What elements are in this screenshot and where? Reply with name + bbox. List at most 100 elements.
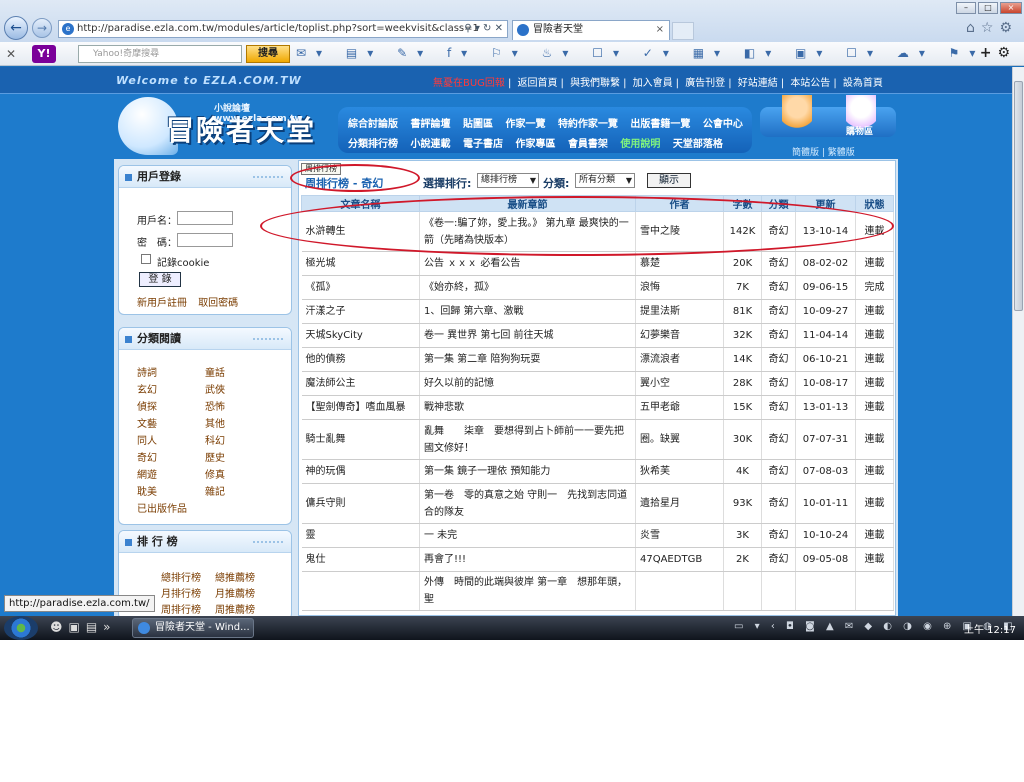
- cell-author[interactable]: 慕楚: [635, 251, 724, 276]
- cell-title[interactable]: 騎士亂舞: [301, 419, 420, 460]
- cell-title[interactable]: 魔法師公主: [301, 371, 420, 396]
- top-menu-notice[interactable]: 本站公告: [790, 78, 830, 89]
- cell-author[interactable]: 47QAEDTGB: [635, 547, 724, 572]
- cell-latest-chapter[interactable]: 亂舞 柒章 要想得到占卜師前一一要先把國文修好！: [419, 419, 636, 460]
- cell-latest-chapter[interactable]: 一 未完: [419, 523, 636, 548]
- close-window-button[interactable]: ×: [1000, 2, 1022, 14]
- quick-launch-icons[interactable]: ☻▣▤»: [50, 620, 117, 634]
- category-link[interactable]: 雜記: [205, 483, 273, 500]
- new-tab-button[interactable]: [672, 22, 694, 40]
- yahoo-logo-icon[interactable]: Y!: [32, 45, 56, 63]
- top-menu-links[interactable]: 好站連結: [738, 78, 778, 89]
- cell-author[interactable]: 浪悔: [635, 275, 724, 300]
- category-link[interactable]: 文藝: [137, 415, 205, 432]
- toolbar-close-icon[interactable]: ✕: [6, 47, 16, 61]
- remember-cookie-checkbox[interactable]: [141, 254, 151, 264]
- yahoo-search-input[interactable]: Yahoo!奇摩搜尋: [78, 45, 242, 63]
- rank-link[interactable]: 周排行榜: [161, 601, 215, 617]
- cell-author[interactable]: 雪中之陵: [635, 211, 724, 252]
- top-menu-set-home[interactable]: 設為首頁: [843, 78, 883, 89]
- category-link[interactable]: 恐怖: [205, 398, 273, 415]
- nav-author-zone[interactable]: 作家專區: [515, 139, 555, 150]
- cell-author[interactable]: 幻夢樂音: [635, 323, 724, 348]
- cell-latest-chapter[interactable]: 外傳 時間的此端與彼岸 第一章 想那年頭，聖: [419, 571, 636, 611]
- register-link[interactable]: 新用戶註冊: [137, 298, 187, 309]
- taskbar-ie-window[interactable]: 冒險者天堂 - Wind...: [132, 618, 254, 638]
- home-favorites-tools-icons[interactable]: ⌂☆⚙: [966, 20, 1018, 36]
- top-menu-join[interactable]: 加入會員: [633, 78, 673, 89]
- cell-latest-chapter[interactable]: 1、回歸 第六章、激戰: [419, 299, 636, 324]
- cell-latest-chapter[interactable]: 公告 ｘｘｘ 必看公告: [419, 251, 636, 276]
- cell-latest-chapter[interactable]: 《始亦終，孤》: [419, 275, 636, 300]
- category-link[interactable]: 科幻: [205, 432, 273, 449]
- cell-author[interactable]: 狄希芙: [635, 459, 724, 484]
- cell-title[interactable]: 鬼仕: [301, 547, 420, 572]
- cell-title[interactable]: 【聖劍傳奇】嗜血風暴: [301, 395, 420, 420]
- language-switch[interactable]: 簡體版 | 繁體版: [792, 145, 855, 158]
- cell-latest-chapter[interactable]: 第一集 鏡子一理依 預知能力: [419, 459, 636, 484]
- back-button[interactable]: ←: [4, 16, 28, 40]
- cell-title[interactable]: 《孤》: [301, 275, 420, 300]
- site-logo[interactable]: 冒險者天堂 小說論壇 www.ezla.com.tw: [118, 97, 328, 157]
- nav-published[interactable]: 出版書籍一覽: [630, 119, 690, 130]
- forward-button[interactable]: →: [32, 18, 52, 38]
- cell-title[interactable]: 傭兵守則: [301, 483, 420, 524]
- minimize-button[interactable]: –: [956, 2, 976, 14]
- cell-title[interactable]: 汗漾之子: [301, 299, 420, 324]
- category-link[interactable]: 歷史: [205, 449, 273, 466]
- category-link[interactable]: 奇幻: [137, 449, 205, 466]
- username-input[interactable]: [177, 211, 233, 225]
- tab-close-icon[interactable]: ×: [656, 21, 664, 39]
- cell-latest-chapter[interactable]: 第一集 第二章 陪狗狗玩耍: [419, 347, 636, 372]
- toolbar-add-settings-icons[interactable]: +⚙: [980, 45, 1016, 61]
- cell-title[interactable]: 天城SkyCity: [301, 323, 420, 348]
- cell-title[interactable]: 他的債務: [301, 347, 420, 372]
- nav-guild[interactable]: 公會中心: [703, 119, 743, 130]
- yahoo-search-button[interactable]: 搜尋: [246, 45, 290, 63]
- cell-latest-chapter[interactable]: 戰神悲歌: [419, 395, 636, 420]
- rank-link[interactable]: 周推薦榜: [215, 601, 269, 617]
- category-link[interactable]: 其他: [205, 415, 273, 432]
- cell-author[interactable]: 五甲老爺: [635, 395, 724, 420]
- nav-authors[interactable]: 作家一覽: [505, 119, 545, 130]
- ranking-select[interactable]: 總排行榜 ▼: [477, 173, 539, 188]
- tab-active[interactable]: 冒險者天堂 ×: [512, 20, 670, 40]
- cell-latest-chapter[interactable]: 再會了!!!: [419, 547, 636, 572]
- start-button[interactable]: [4, 616, 38, 640]
- category-link[interactable]: 同人: [137, 432, 205, 449]
- cell-latest-chapter[interactable]: 卷一 異世界 第七回 前往天城: [419, 323, 636, 348]
- cell-latest-chapter[interactable]: 好久以前的記憶: [419, 371, 636, 396]
- cell-latest-chapter[interactable]: 《卷一:騙了妳，愛上我。》 第九章 最爽快的一箭（先睹為快版本）: [419, 211, 636, 252]
- nav-review[interactable]: 書評論壇: [410, 119, 450, 130]
- maximize-button[interactable]: □: [978, 2, 998, 14]
- scrollbar-thumb[interactable]: [1014, 81, 1023, 311]
- nav-ebook[interactable]: 電子書店: [463, 139, 503, 150]
- cell-latest-chapter[interactable]: 第一卷 零的真意之始 守則一 先找到志同道合的隊友: [419, 483, 636, 524]
- address-tools-icon[interactable]: ⚲ ▾ ↻ ✕: [464, 21, 503, 37]
- toolbar-app-icons[interactable]: ✉▾ ▤▾ ✎▾ f▾ ⚐▾ ♨▾ ☐▾ ✓▾ ▦▾ ◧▾ ▣▾ ☐▾ ☁▾ ⚑…: [296, 46, 985, 60]
- rank-link[interactable]: 月排行榜: [161, 585, 215, 601]
- shop-label[interactable]: 購物區: [846, 124, 873, 137]
- rank-link[interactable]: 總推薦榜: [215, 569, 269, 585]
- nav-pics[interactable]: 貼圖區: [463, 119, 493, 130]
- cell-author[interactable]: [635, 571, 724, 611]
- cell-title[interactable]: 神的玩偶: [301, 459, 420, 484]
- cell-author[interactable]: 遺拾星月: [635, 483, 724, 524]
- cell-title[interactable]: 極光城: [301, 251, 420, 276]
- cell-title[interactable]: 水滸轉生: [301, 211, 420, 252]
- category-link[interactable]: 耽美: [137, 483, 205, 500]
- nav-blog[interactable]: 天堂部落格: [673, 139, 723, 150]
- nav-rankings[interactable]: 分類排行榜: [348, 139, 398, 150]
- cell-author[interactable]: 漂流浪者: [635, 347, 724, 372]
- login-button[interactable]: 登 錄: [139, 272, 181, 287]
- cell-author[interactable]: 提里法斯: [635, 299, 724, 324]
- rank-link[interactable]: 總排行榜: [161, 569, 215, 585]
- category-select[interactable]: 所有分類 ▼: [575, 173, 635, 188]
- category-link[interactable]: 網遊: [137, 466, 205, 483]
- category-link[interactable]: 詩詞: [137, 364, 205, 381]
- top-menu-home[interactable]: 返回首頁: [518, 78, 558, 89]
- nav-special-authors[interactable]: 特約作家一覽: [558, 119, 618, 130]
- top-menu-contact[interactable]: 與我們聯繫: [570, 78, 620, 89]
- nav-help[interactable]: 使用說明: [620, 139, 660, 150]
- cell-author[interactable]: 翼小空: [635, 371, 724, 396]
